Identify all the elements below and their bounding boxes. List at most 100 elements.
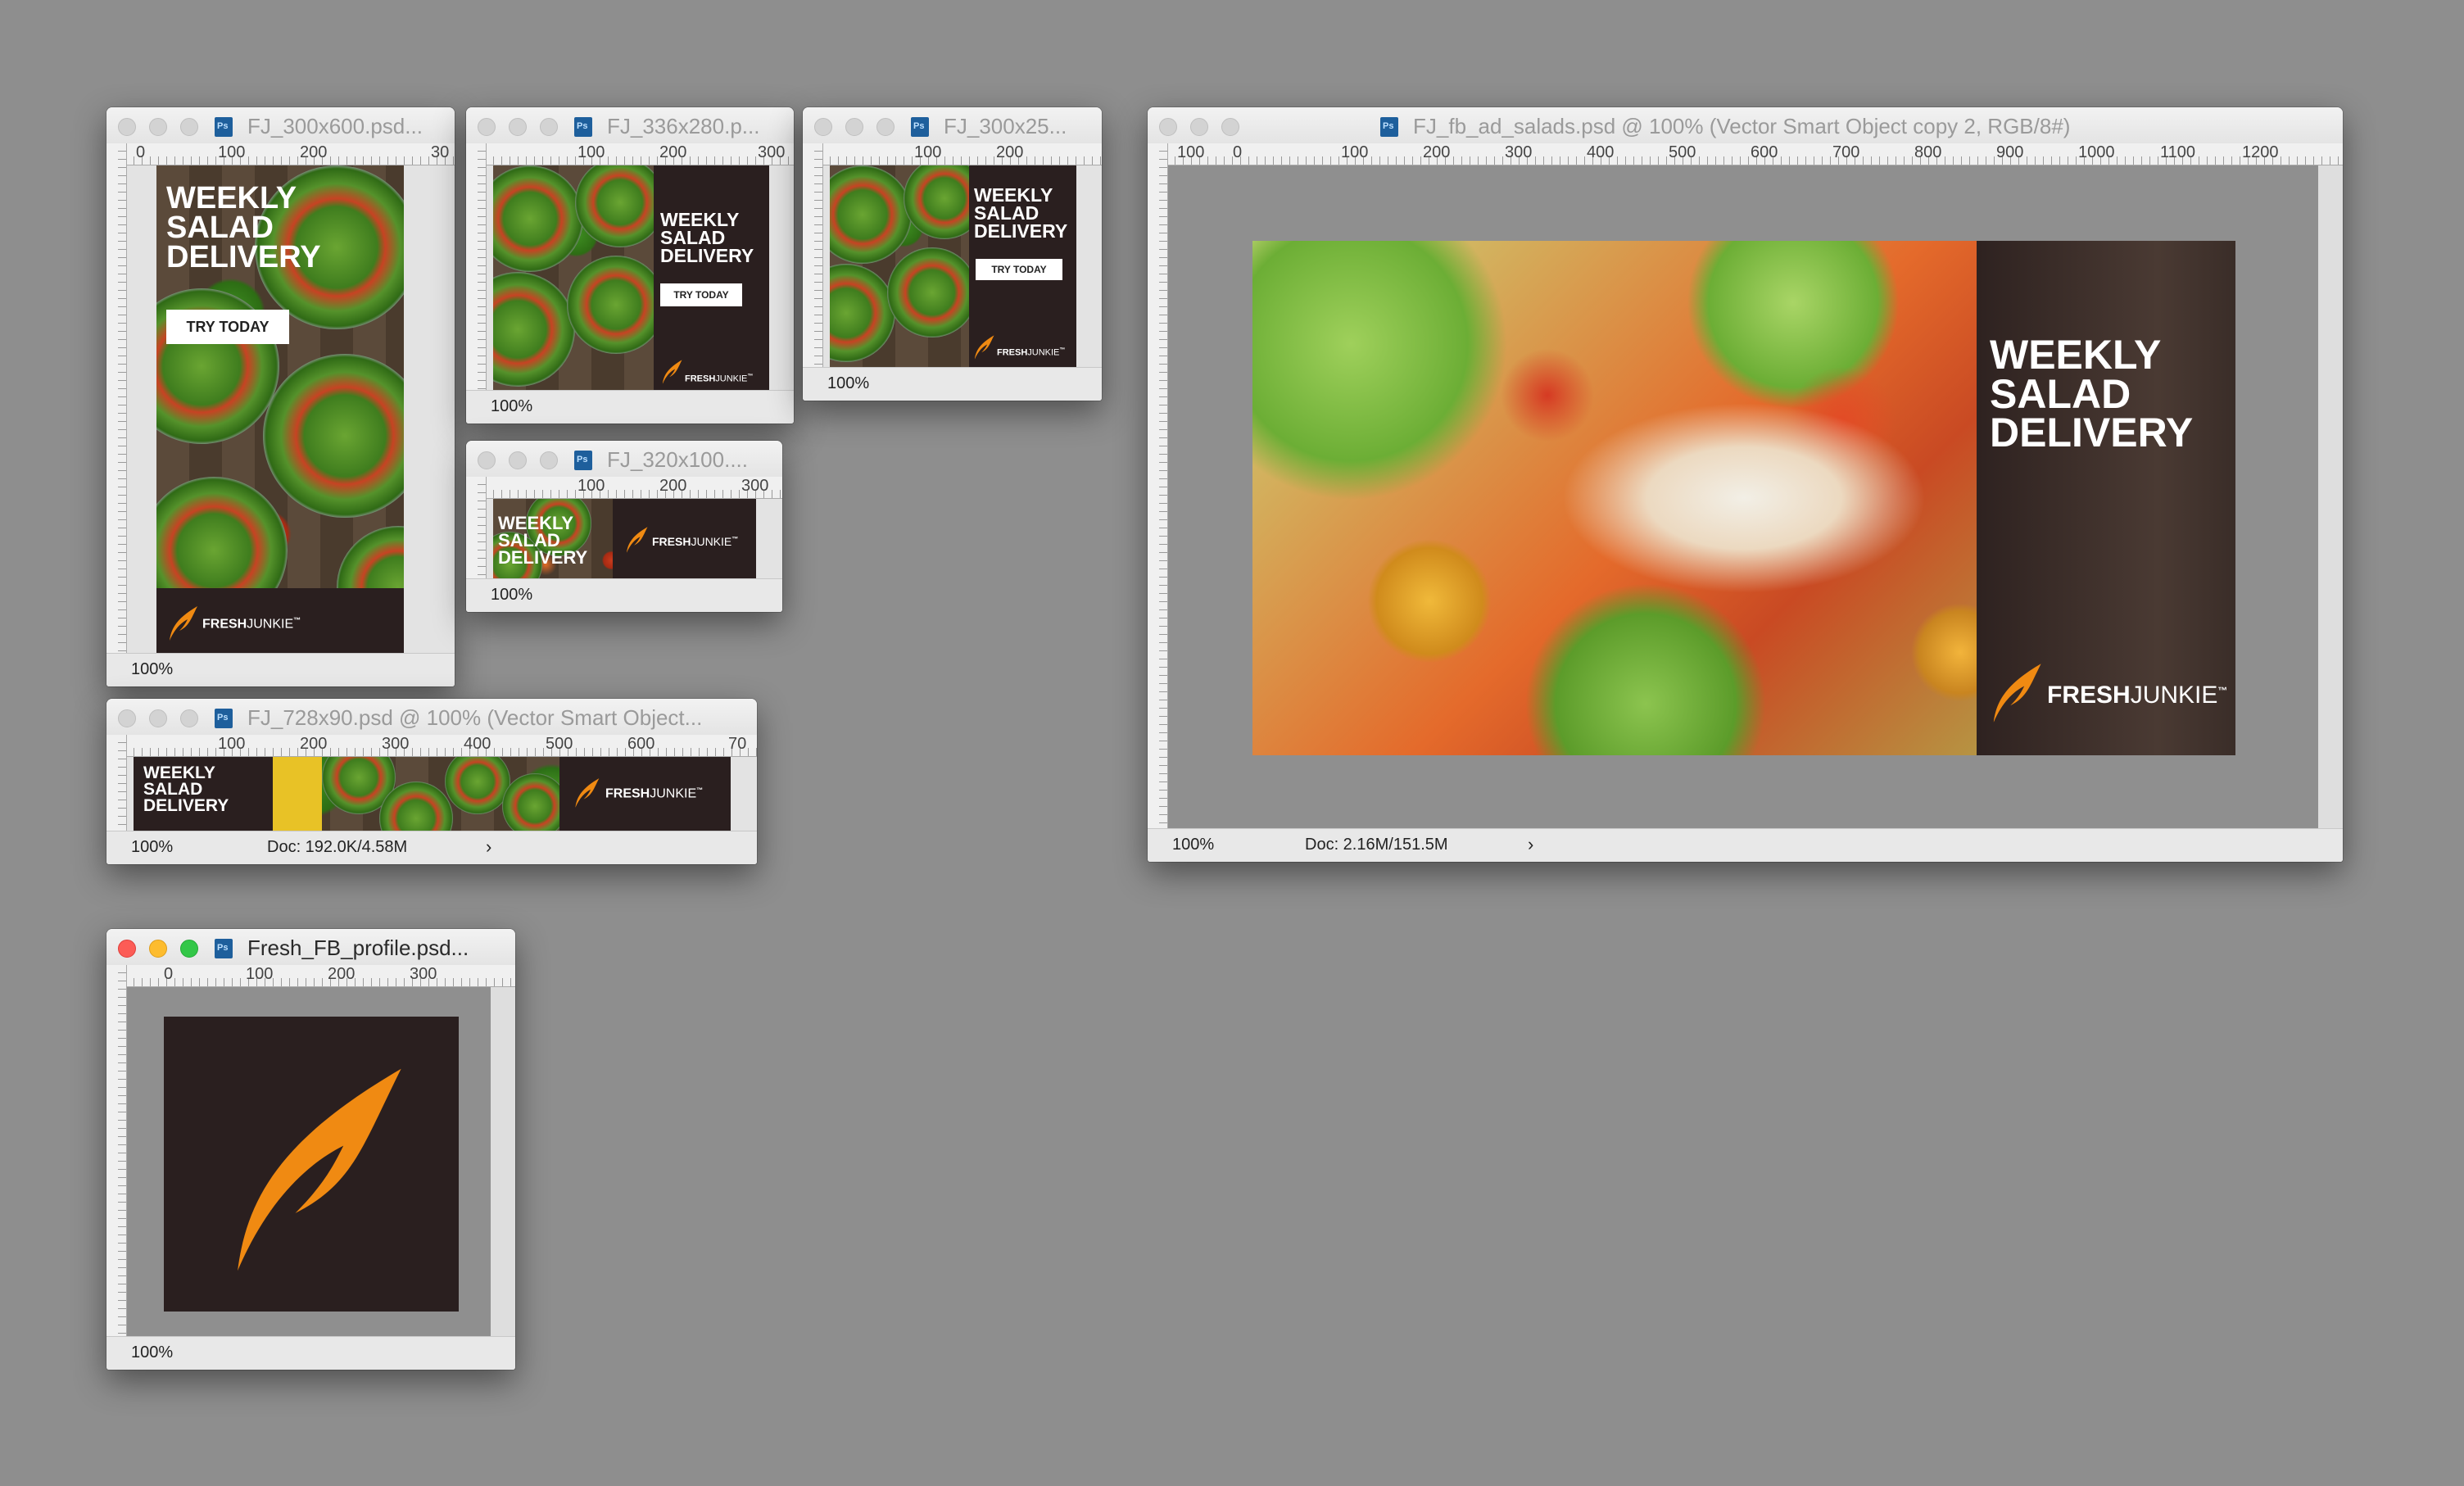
brand-wordmark: FRESHJUNKIE™ [685, 374, 753, 384]
ruler-label: 200 [659, 143, 687, 161]
ruler-label: 100 [246, 965, 274, 983]
minimize-button[interactable] [845, 118, 863, 136]
photoshop-file-icon [911, 117, 929, 137]
photoshop-file-icon [215, 939, 233, 958]
ruler-label: 700 [1832, 143, 1860, 161]
headline-line: SALAD [166, 211, 274, 246]
title-bar[interactable]: FJ_728x90.psd @ 100% (Vector Smart Objec… [106, 699, 757, 736]
vertical-ruler [106, 735, 127, 831]
ruler-label: 200 [996, 143, 1024, 161]
ruler-label: 100 [218, 143, 246, 161]
close-button[interactable] [118, 940, 136, 958]
ruler-label: 200 [1423, 143, 1451, 161]
minimize-button[interactable] [149, 118, 167, 136]
brand-wordmark: FRESHJUNKIE™ [202, 616, 301, 632]
canvas-area[interactable]: WEEKLY SALAD DELIVERY TRY TODAY FRESHJUN… [823, 165, 1102, 370]
window-title: FJ_300x25... [944, 114, 1067, 138]
close-button[interactable] [814, 118, 832, 136]
zoom-level[interactable]: 100% [131, 1343, 173, 1362]
zoom-level[interactable]: 100% [1172, 836, 1214, 854]
close-button[interactable] [118, 118, 136, 136]
minimize-button[interactable] [149, 940, 167, 958]
headline-line: WEEKLY [143, 763, 215, 782]
vertical-ruler [106, 965, 127, 1337]
window-fj-300x600[interactable]: FJ_300x600.psd... 0 100 200 30 WEEKLY SA… [106, 107, 455, 686]
window-fj-300x250[interactable]: FJ_300x25... 100 200 WEEKLY SALAD DELIVE… [803, 107, 1102, 401]
window-title: FJ_336x280.p... [607, 114, 760, 138]
canvas-area[interactable]: WEEKLY SALAD DELIVERY FRESHJUNKIE™ [487, 499, 782, 581]
vertical-scrollbar[interactable] [2318, 165, 2343, 829]
window-title: FJ_fb_ad_salads.psd @ 100% (Vector Smart… [1413, 114, 2071, 138]
minimize-button[interactable] [149, 709, 167, 727]
canvas-area[interactable]: WEEKLY SALAD DELIVERY FRESHJUNKIE™ [1168, 165, 2343, 829]
vertical-scrollbar[interactable] [491, 987, 515, 1337]
zoom-level[interactable]: 100% [491, 397, 532, 416]
window-fresh-fb-profile[interactable]: Fresh_FB_profile.psd... 0 100 200 300 10… [106, 929, 515, 1370]
document-size-info[interactable]: Doc: 2.16M/151.5M [1305, 836, 1448, 854]
close-button[interactable] [1159, 118, 1177, 136]
ruler-label: 200 [328, 965, 356, 983]
brand-junkie: JUNKIE [247, 617, 294, 632]
zoom-level[interactable]: 100% [131, 660, 173, 679]
try-today-button: TRY TODAY [660, 283, 742, 306]
trademark: ™ [2217, 685, 2228, 696]
zoom-level[interactable]: 100% [827, 374, 869, 393]
brand-fresh: FRESH [2047, 682, 2131, 709]
title-bar[interactable]: FJ_300x600.psd... [106, 107, 455, 144]
photoshop-file-icon [215, 117, 233, 137]
minimize-button[interactable] [509, 118, 527, 136]
zoom-level[interactable]: 100% [131, 838, 173, 857]
canvas-area[interactable] [127, 987, 515, 1337]
zoom-button[interactable] [180, 709, 198, 727]
chevron-right-icon[interactable]: › [1528, 834, 1533, 855]
title-bar[interactable]: FJ_336x280.p... [466, 107, 794, 144]
zoom-level[interactable]: 100% [491, 586, 532, 605]
title-bar[interactable]: FJ_320x100.... [466, 441, 782, 478]
window-fj-320x100[interactable]: FJ_320x100.... 100 200 300 WEEKLY SALAD … [466, 441, 782, 612]
close-button[interactable] [478, 118, 496, 136]
fresh-junkie-leaf-icon [238, 1068, 401, 1271]
canvas-area[interactable]: WEEKLY SALAD DELIVERY TRY TODAY FRESHJUN… [127, 165, 455, 657]
brand-fresh: FRESH [685, 374, 716, 384]
canvas-area[interactable]: WEEKLY SALAD DELIVERY FRESHJUNKIE™ [127, 757, 757, 831]
window-title: Fresh_FB_profile.psd... [247, 936, 469, 960]
headline-line: DELIVERY [166, 240, 321, 275]
zoom-button[interactable] [180, 118, 198, 136]
window-fj-fb-ad-salads[interactable]: FJ_fb_ad_salads.psd @ 100% (Vector Smart… [1148, 107, 2343, 862]
ruler-label: 500 [546, 735, 573, 753]
window-fj-336x280[interactable]: FJ_336x280.p... 100 200 300 WEEKLY SALAD… [466, 107, 794, 424]
headline-line: DELIVERY [974, 220, 1068, 242]
ruler-label: 300 [758, 143, 786, 161]
zoom-button[interactable] [1221, 118, 1239, 136]
ruler-label: 200 [300, 143, 328, 161]
zoom-button[interactable] [876, 118, 895, 136]
brand-fresh: FRESH [202, 617, 247, 632]
fresh-junkie-leaf-icon [662, 360, 682, 384]
close-button[interactable] [478, 451, 496, 469]
title-bar[interactable]: FJ_fb_ad_salads.psd @ 100% (Vector Smart… [1148, 107, 2343, 144]
zoom-button[interactable] [540, 451, 558, 469]
try-today-button: TRY TODAY [166, 310, 289, 344]
brand-junkie: JUNKIE [650, 786, 697, 801]
chevron-right-icon[interactable]: › [486, 836, 491, 858]
ruler-label: 200 [659, 477, 687, 495]
minimize-button[interactable] [1190, 118, 1208, 136]
status-bar: 100% [106, 653, 455, 686]
zoom-button[interactable] [540, 118, 558, 136]
brand-wordmark: FRESHJUNKIE™ [652, 535, 738, 548]
close-button[interactable] [118, 709, 136, 727]
ruler-label: 100 [578, 143, 605, 161]
title-bar[interactable]: Fresh_FB_profile.psd... [106, 929, 515, 966]
minimize-button[interactable] [509, 451, 527, 469]
ruler-label: 900 [1996, 143, 2024, 161]
window-fj-728x90[interactable]: FJ_728x90.psd @ 100% (Vector Smart Objec… [106, 699, 757, 864]
brand-junkie: JUNKIE [1027, 347, 1060, 358]
ruler-label: 600 [627, 735, 655, 753]
try-today-button: TRY TODAY [976, 259, 1062, 280]
document-size-info[interactable]: Doc: 192.0K/4.58M [267, 838, 407, 857]
canvas-area[interactable]: WEEKLY SALAD DELIVERY TRY TODAY FRESHJUN… [487, 165, 794, 395]
ruler-label: 1000 [2078, 143, 2115, 161]
horizontal-ruler: 100 200 300 [486, 477, 782, 499]
title-bar[interactable]: FJ_300x25... [803, 107, 1102, 144]
zoom-button[interactable] [180, 940, 198, 958]
